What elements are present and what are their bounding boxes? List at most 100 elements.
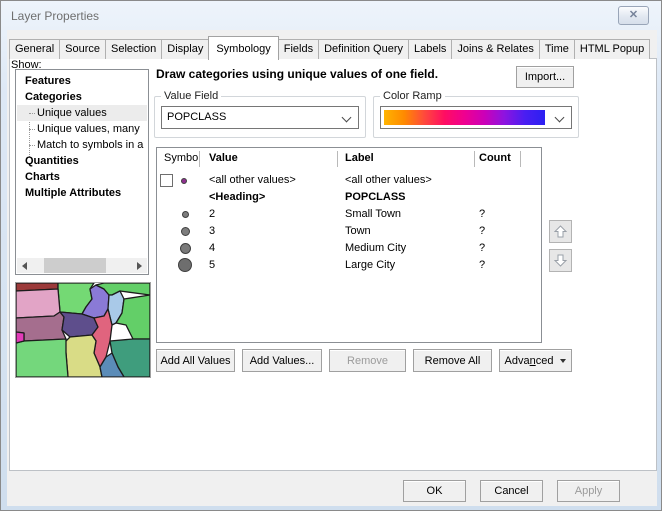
tab-fields[interactable]: Fields bbox=[278, 39, 319, 59]
table-row-heading[interactable]: <Heading> POPCLASS bbox=[157, 189, 541, 206]
tab-strip: General Source Selection Display Symbolo… bbox=[9, 38, 650, 59]
close-button[interactable]: ✕ bbox=[618, 6, 649, 25]
dropdown-arrow-icon bbox=[560, 359, 566, 363]
cell-value: 2 bbox=[209, 206, 215, 223]
advanced-label: Advanced bbox=[505, 355, 554, 367]
tab-general[interactable]: General bbox=[9, 39, 60, 59]
tab-definition-query[interactable]: Definition Query bbox=[318, 39, 409, 59]
close-icon: ✕ bbox=[629, 10, 638, 21]
move-down-button[interactable] bbox=[549, 249, 572, 272]
up-arrow-icon bbox=[553, 224, 568, 239]
cell-label[interactable]: Small Town bbox=[345, 206, 401, 223]
tree-item-charts[interactable]: Charts bbox=[17, 169, 147, 185]
map-region bbox=[16, 289, 60, 318]
scroll-left-icon[interactable] bbox=[17, 258, 32, 273]
tree-item-multiple-attributes[interactable]: Multiple Attributes bbox=[17, 185, 147, 201]
scrollbar-track[interactable] bbox=[32, 258, 132, 273]
value-field-group: Value Field POPCLASS bbox=[154, 96, 366, 138]
tab-source[interactable]: Source bbox=[59, 39, 106, 59]
layer-properties-dialog: Layer Properties ✕ General Source Select… bbox=[0, 0, 662, 511]
cell-value: 5 bbox=[209, 257, 215, 274]
map-region bbox=[16, 339, 68, 377]
tab-symbology[interactable]: Symbology bbox=[208, 36, 278, 60]
point-symbol-icon[interactable] bbox=[181, 227, 190, 236]
map-region bbox=[16, 332, 24, 343]
table-row[interactable]: 3 Town ? bbox=[157, 223, 541, 240]
cell-value: <all other values> bbox=[209, 172, 296, 189]
color-ramp-group: Color Ramp bbox=[373, 96, 579, 138]
cell-value: 4 bbox=[209, 240, 215, 257]
tab-html-popup[interactable]: HTML Popup bbox=[574, 39, 650, 59]
all-other-values-checkbox[interactable] bbox=[160, 174, 173, 187]
value-field-selected: POPCLASS bbox=[167, 107, 226, 128]
title-bar[interactable]: Layer Properties ✕ bbox=[1, 1, 661, 30]
show-tree-items: Features Categories Unique values Unique… bbox=[17, 73, 147, 258]
table-row[interactable]: 5 Large City ? bbox=[157, 257, 541, 274]
window-title: Layer Properties bbox=[11, 9, 99, 23]
tab-display[interactable]: Display bbox=[161, 39, 209, 59]
cell-label[interactable]: Large City bbox=[345, 257, 395, 274]
scroll-right-icon[interactable] bbox=[132, 258, 147, 273]
symbol-table: Symbol Value Label Count <all other valu… bbox=[156, 147, 542, 343]
table-row[interactable]: 4 Medium City ? bbox=[157, 240, 541, 257]
cell-value: 3 bbox=[209, 223, 215, 240]
column-header-count[interactable]: Count bbox=[479, 148, 511, 169]
chevron-down-icon bbox=[555, 113, 565, 123]
cell-count: ? bbox=[479, 223, 485, 240]
tab-labels[interactable]: Labels bbox=[408, 39, 452, 59]
tree-item-quantities[interactable]: Quantities bbox=[17, 153, 147, 169]
panel-description: Draw categories using unique values of o… bbox=[156, 67, 511, 81]
point-symbol-icon[interactable] bbox=[178, 258, 192, 272]
column-divider bbox=[337, 151, 338, 167]
chevron-down-icon bbox=[342, 113, 352, 123]
add-all-values-button[interactable]: Add All Values bbox=[156, 349, 235, 372]
show-tree: Features Categories Unique values Unique… bbox=[15, 69, 149, 275]
ok-button[interactable]: OK bbox=[403, 480, 466, 502]
tree-horizontal-scrollbar[interactable] bbox=[17, 258, 147, 273]
value-field-label: Value Field bbox=[161, 90, 221, 102]
scrollbar-thumb[interactable] bbox=[44, 258, 106, 273]
tree-item-features[interactable]: Features bbox=[17, 73, 147, 89]
advanced-dropdown-button[interactable]: Advanced bbox=[499, 349, 572, 372]
remove-button[interactable]: Remove bbox=[329, 349, 406, 372]
move-up-button[interactable] bbox=[549, 220, 572, 243]
column-divider bbox=[199, 151, 200, 167]
cell-label[interactable]: Medium City bbox=[345, 240, 406, 257]
column-header-value[interactable]: Value bbox=[209, 148, 238, 169]
cell-label[interactable]: Town bbox=[345, 223, 371, 240]
column-header-label[interactable]: Label bbox=[345, 148, 374, 169]
tree-item-unique-values[interactable]: Unique values bbox=[17, 105, 147, 121]
cell-count: ? bbox=[479, 206, 485, 223]
tree-item-categories[interactable]: Categories bbox=[17, 89, 147, 105]
tree-item-match-to-symbols[interactable]: Match to symbols in a bbox=[17, 137, 147, 153]
map-preview bbox=[15, 282, 151, 378]
value-field-dropdown[interactable]: POPCLASS bbox=[161, 106, 359, 129]
add-values-button[interactable]: Add Values... bbox=[242, 349, 322, 372]
color-ramp-gradient bbox=[384, 110, 545, 125]
color-ramp-label: Color Ramp bbox=[380, 90, 445, 102]
tab-time[interactable]: Time bbox=[539, 39, 575, 59]
color-ramp-dropdown[interactable] bbox=[380, 106, 572, 129]
column-header-symbol[interactable]: Symbol bbox=[164, 148, 201, 169]
table-row[interactable]: 2 Small Town ? bbox=[157, 206, 541, 223]
table-row-all-other-values[interactable]: <all other values> <all other values> bbox=[157, 172, 541, 189]
tab-joins-relates[interactable]: Joins & Relates bbox=[451, 39, 539, 59]
tree-item-unique-values-many[interactable]: Unique values, many bbox=[17, 121, 147, 137]
cell-count: ? bbox=[479, 240, 485, 257]
cell-value: <Heading> bbox=[209, 189, 265, 206]
cancel-button[interactable]: Cancel bbox=[480, 480, 543, 502]
cell-label[interactable]: POPCLASS bbox=[345, 189, 406, 206]
apply-button[interactable]: Apply bbox=[557, 480, 620, 502]
remove-all-button[interactable]: Remove All bbox=[413, 349, 492, 372]
point-symbol-icon[interactable] bbox=[182, 211, 189, 218]
point-symbol-icon[interactable] bbox=[180, 243, 191, 254]
column-divider bbox=[474, 151, 475, 167]
map-preview-image bbox=[16, 283, 150, 377]
tab-selection[interactable]: Selection bbox=[105, 39, 162, 59]
point-symbol-icon[interactable] bbox=[181, 178, 187, 184]
down-arrow-icon bbox=[553, 253, 568, 268]
cell-count: ? bbox=[479, 257, 485, 274]
cell-label[interactable]: <all other values> bbox=[345, 172, 432, 189]
import-button[interactable]: Import... bbox=[516, 66, 574, 88]
column-divider bbox=[520, 151, 521, 167]
